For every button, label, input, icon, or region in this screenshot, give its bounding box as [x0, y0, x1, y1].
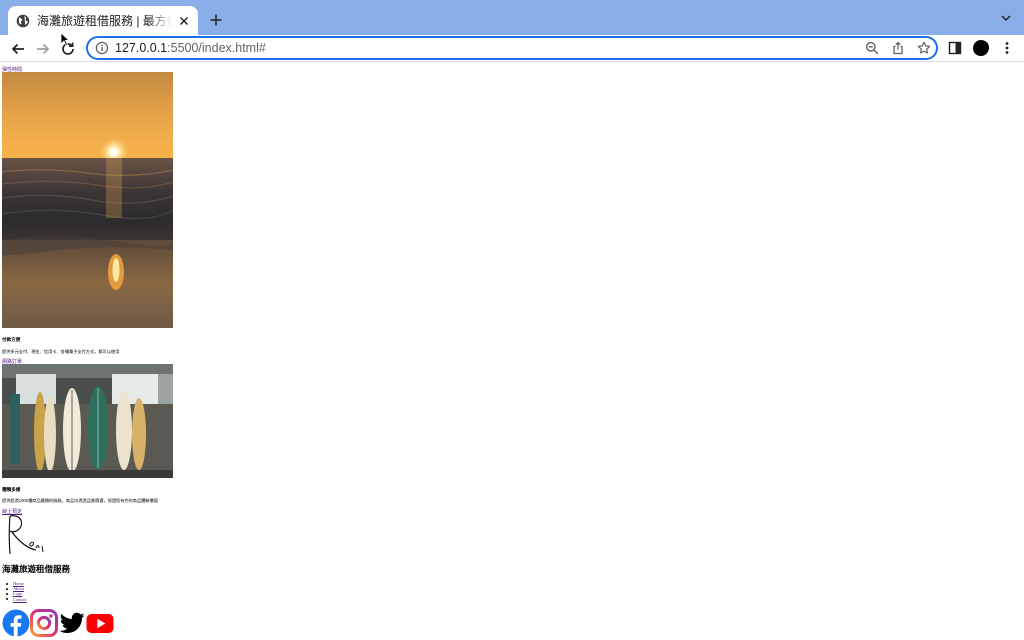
rei-logo [2, 514, 46, 556]
back-button[interactable] [8, 39, 28, 59]
variety-description: 提供超過1000種商品種類的服務，商品均透過品質篩選，保證您有完的商品體驗價值 [2, 498, 158, 503]
youtube-icon[interactable] [86, 609, 114, 637]
browser-tab[interactable]: 海灘旅遊租借服務 | 最方便的海灘 [8, 6, 198, 35]
url-text: 127.0.0.1:5500/index.html# [115, 41, 266, 55]
payment-heading: 付款方便 [2, 337, 21, 342]
page-viewport: 彈性時間 付款方便 提供多元支付、現金、信用卡、各種電子支付方式，都可以使用 網… [0, 63, 1024, 640]
nav-item-contact[interactable]: Contact [6, 597, 27, 602]
variety-heading: 種類多樣 [2, 487, 21, 492]
tab-strip: 海灘旅遊租借服務 | 最方便的海灘 [0, 0, 1024, 35]
close-icon[interactable] [176, 13, 192, 29]
forward-button[interactable] [33, 39, 53, 59]
surfboards-image [2, 364, 173, 478]
address-bar[interactable]: 127.0.0.1:5500/index.html# [86, 36, 938, 60]
more-menu-icon[interactable] [998, 39, 1016, 57]
info-icon[interactable] [95, 41, 109, 55]
new-tab-button[interactable] [206, 10, 226, 30]
payment-description: 提供多元支付、現金、信用卡、各種電子支付方式，都可以使用 [2, 349, 120, 354]
browser-toolbar: 127.0.0.1:5500/index.html# [0, 35, 1024, 62]
twitter-icon[interactable] [58, 609, 86, 637]
tab-title: 海灘旅遊租借服務 | 最方便的海灘 [37, 14, 172, 28]
footer-nav: Home About Logo Contact [6, 581, 27, 602]
facebook-icon[interactable] [2, 609, 30, 637]
nav-link-contact[interactable]: Contact [13, 597, 27, 602]
side-panel-icon[interactable] [946, 39, 964, 57]
bookmark-star-icon[interactable] [916, 40, 932, 56]
share-icon[interactable] [890, 40, 906, 56]
chevron-down-icon[interactable] [998, 10, 1014, 26]
instagram-icon[interactable] [30, 609, 58, 637]
zoom-icon[interactable] [864, 40, 880, 56]
url-host: 127.0.0.1 [115, 41, 168, 55]
mouse-cursor-icon [60, 32, 71, 47]
profile-avatar-icon[interactable] [971, 38, 991, 58]
globe-icon [16, 14, 30, 28]
site-title: 海灘旅遊租借服務 [2, 564, 71, 574]
url-path: :5500/index.html# [167, 41, 266, 55]
sunset-beach-image [2, 72, 173, 328]
